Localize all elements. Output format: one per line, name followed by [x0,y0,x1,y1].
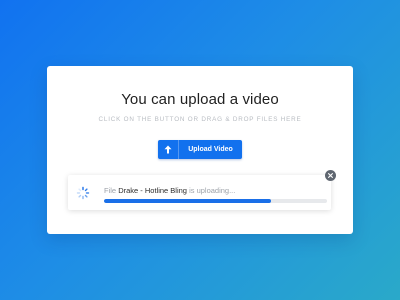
dialog-subtitle: CLICK ON THE BUTTON OR DRAG & DROP FILES… [98,116,302,123]
dialog-title: You can upload a video [121,91,279,108]
close-icon [328,173,333,178]
cancel-upload-button[interactable] [325,170,336,181]
upload-dialog[interactable]: You can upload a video CLICK ON THE BUTT… [47,66,353,234]
progress-bar-fill [104,199,272,203]
upload-video-button[interactable]: Upload Video [158,140,242,159]
upload-video-button-label: Upload Video [188,146,233,153]
status-prefix: File [104,186,117,195]
arrow-up-icon [158,140,179,159]
status-suffix: is uploading... [189,186,236,195]
upload-filename: Drake - Hotline Bling [118,186,187,195]
upload-progress-item: File Drake - Hotline Bling is uploading.… [68,170,336,210]
spinner-icon [76,186,90,200]
upload-status-text: File Drake - Hotline Bling is uploading.… [104,186,235,195]
progress-bar [104,199,327,203]
